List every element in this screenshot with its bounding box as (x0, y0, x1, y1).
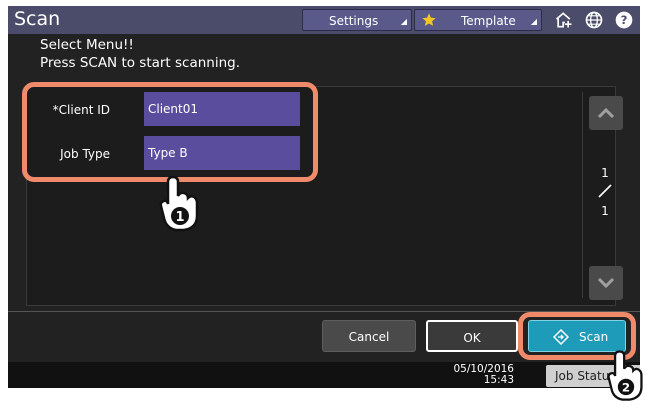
scan-screen: Scan Settings ◢ Template ◢ ? Select Menu… (8, 6, 640, 388)
globe-icon[interactable] (584, 10, 604, 30)
pager-column: 1 1 (582, 92, 627, 300)
star-icon (422, 13, 436, 26)
chevron-down-icon (597, 277, 615, 289)
message-line-1: Select Menu!! (40, 37, 134, 53)
ok-button[interactable]: OK (426, 320, 518, 352)
fields-highlight (22, 82, 318, 182)
hand-pointer-icon: 1 (159, 176, 199, 232)
template-button[interactable]: Template ◢ (414, 9, 542, 31)
page-divider-icon (598, 184, 612, 198)
instruction-message: Select Menu!! Press SCAN to start scanni… (40, 36, 240, 72)
hand-pointer-icon: 2 (607, 350, 643, 401)
scroll-up-button[interactable] (589, 96, 623, 130)
datetime: 05/10/2016 15:43 (448, 364, 514, 386)
window-title: Scan (14, 8, 61, 30)
scroll-down-button[interactable] (589, 266, 623, 300)
step-1-number: 1 (175, 210, 184, 225)
time-text: 15:43 (483, 374, 514, 386)
svg-text:?: ? (621, 13, 628, 27)
home-icon[interactable] (554, 10, 574, 30)
title-bar: Scan Settings ◢ Template ◢ ? (8, 6, 640, 34)
page-current: 1 (601, 166, 609, 180)
cancel-button[interactable]: Cancel (322, 320, 416, 352)
page-total: 1 (601, 204, 609, 218)
expand-arrow-icon: ◢ (530, 17, 537, 26)
expand-arrow-icon: ◢ (400, 17, 407, 26)
template-button-label: Template (461, 14, 516, 28)
settings-button[interactable]: Settings ◢ (302, 9, 412, 31)
settings-button-label: Settings (329, 14, 379, 28)
chevron-up-icon (597, 107, 615, 119)
message-line-2: Press SCAN to start scanning. (40, 55, 241, 71)
status-bar: 05/10/2016 15:43 Job Status (8, 362, 640, 388)
help-icon[interactable]: ? (614, 10, 634, 30)
step-2-number: 2 (622, 380, 630, 394)
